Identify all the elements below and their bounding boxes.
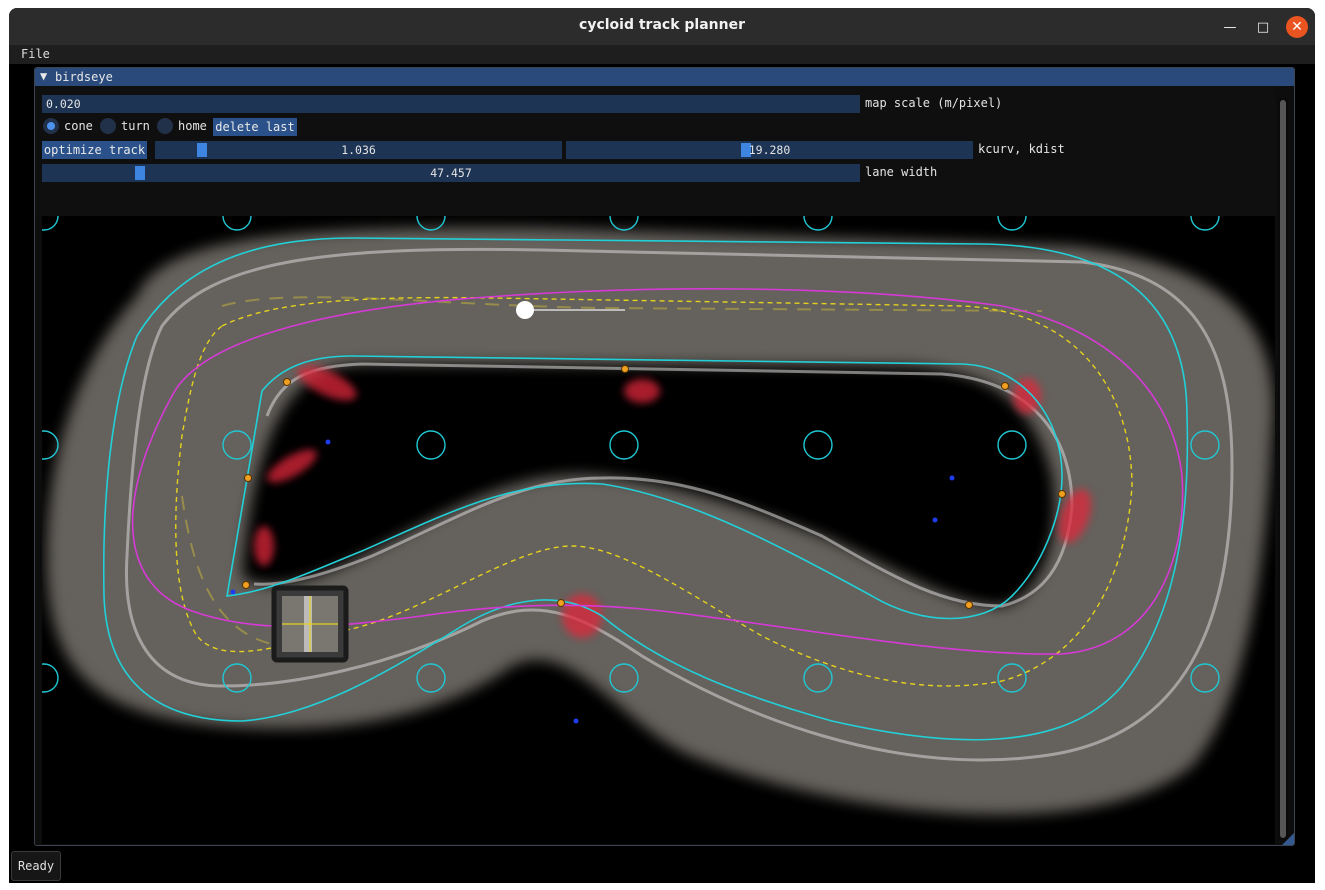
kcurv-value: 1.036 (341, 143, 376, 157)
controls-area: 0.020 map scale (m/pixel) cone turn home… (35, 86, 1275, 216)
vertical-scrollbar[interactable] (1278, 98, 1288, 840)
app-window: cycloid track planner — □ ✕ File ▼ birds… (9, 8, 1315, 883)
maximize-icon[interactable]: □ (1252, 16, 1274, 38)
map-scale-value: 0.020 (46, 97, 81, 111)
kcurv-kdist-label: kcurv, kdist (978, 142, 1065, 156)
radio-home[interactable] (157, 118, 173, 134)
panel-title: birdseye (55, 70, 113, 84)
panel-header[interactable]: ▼ birdseye (35, 68, 1294, 86)
menu-bar: File (9, 45, 1315, 64)
birdseye-map[interactable] (42, 216, 1275, 844)
radio-home-label[interactable]: home (178, 119, 207, 133)
optimize-track-button[interactable]: optimize track (42, 141, 147, 159)
resize-grip[interactable] (1282, 833, 1294, 845)
kdist-slider[interactable]: 19.280 (566, 141, 973, 159)
window-title: cycloid track planner (579, 17, 745, 33)
kcurv-slider[interactable]: 1.036 (155, 141, 562, 159)
lane-width-value: 47.457 (430, 166, 472, 180)
cursor-magnifier (271, 585, 349, 663)
radio-cone[interactable] (43, 118, 59, 134)
lane-width-label: lane width (865, 165, 938, 179)
minimize-icon[interactable]: — (1219, 16, 1241, 38)
radio-turn[interactable] (100, 118, 116, 134)
kdist-value: 19.280 (748, 143, 791, 157)
menu-file[interactable]: File (21, 47, 50, 61)
triangle-down-icon[interactable]: ▼ (40, 69, 47, 83)
radio-cone-label[interactable]: cone (64, 119, 93, 133)
map-scale-label: map scale (m/pixel) (865, 96, 1003, 110)
delete-last-button[interactable]: delete last (213, 118, 297, 136)
home-marker[interactable] (516, 301, 534, 319)
status-bar: Ready (11, 851, 61, 881)
lane-width-slider[interactable]: 47.457 (42, 164, 860, 182)
map-scale-input[interactable]: 0.020 (42, 95, 860, 113)
scrollbar-thumb[interactable] (1280, 100, 1286, 838)
birdseye-panel: ▼ birdseye 0.020 map scale (m/pixel) con… (34, 67, 1295, 846)
radio-turn-label[interactable]: turn (121, 119, 150, 133)
track-texture (46, 227, 1274, 815)
close-icon[interactable]: ✕ (1286, 16, 1308, 38)
title-bar[interactable]: cycloid track planner — □ ✕ (9, 8, 1315, 46)
